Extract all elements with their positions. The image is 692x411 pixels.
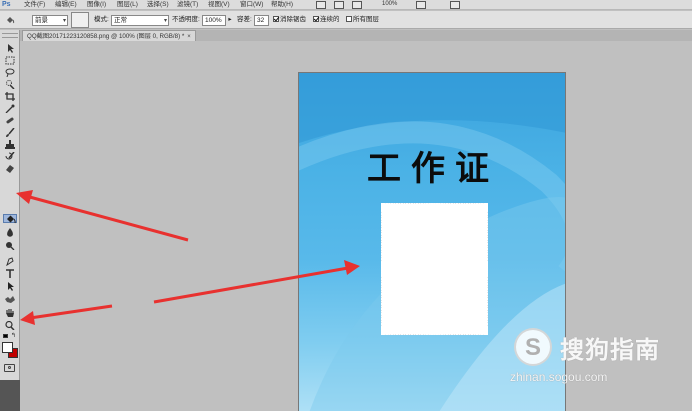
opacity-label: 不透明度:: [172, 16, 200, 23]
zoom-level[interactable]: 100%: [382, 0, 397, 9]
opacity-slider-arrow-icon[interactable]: ▸: [226, 11, 234, 29]
menu-layer[interactable]: 图层(L): [117, 0, 138, 10]
photo-placeholder-selection[interactable]: [381, 203, 488, 335]
menu-edit[interactable]: 编辑(E): [55, 0, 77, 10]
tolerance-input[interactable]: 32: [254, 15, 269, 26]
eraser-tool-icon[interactable]: [3, 164, 17, 173]
document-tab[interactable]: QQ截图20171223120858.png @ 100% (图层 0, RGB…: [22, 30, 196, 41]
paint-bucket-tool-icon[interactable]: [3, 214, 17, 224]
mode-value: 正常: [114, 17, 127, 24]
clone-stamp-tool-icon[interactable]: [3, 140, 17, 149]
contiguous-check-icon: [313, 16, 319, 22]
document-tab-bar: QQ截图20171223120858.png @ 100% (图层 0, RGB…: [20, 30, 692, 41]
pattern-picker[interactable]: [71, 12, 89, 28]
tolerance-label: 容差:: [237, 16, 252, 23]
all-layers-check-icon: [346, 16, 352, 22]
photoshop-logo: Ps: [2, 1, 11, 8]
contiguous-label: 连续的: [320, 16, 340, 23]
lasso-tool-icon[interactable]: [3, 68, 17, 77]
swap-colors-icon[interactable]: ↰: [11, 333, 16, 339]
dodge-tool-icon[interactable]: [3, 241, 17, 250]
sogou-watermark: S 搜狗指南 zhinan.sogou.com: [510, 326, 674, 386]
antialias-check-icon: [273, 16, 279, 22]
menu-help[interactable]: 帮助(H): [271, 0, 293, 10]
fill-source-value: 前景: [35, 17, 48, 24]
menu-file[interactable]: 文件(F): [24, 0, 45, 10]
healing-brush-tool-icon[interactable]: [3, 116, 17, 125]
quick-mask-icon[interactable]: [4, 364, 15, 372]
type-tool-icon[interactable]: [3, 269, 17, 278]
screen-mode-icon[interactable]: [416, 1, 426, 9]
fill-source-select[interactable]: 前景 ▾: [32, 15, 68, 26]
menu-filter[interactable]: 滤镜(T): [177, 0, 198, 10]
default-colors-icon[interactable]: [3, 334, 8, 338]
brush-tool-icon[interactable]: [3, 128, 17, 137]
shape-tool-icon[interactable]: [3, 295, 17, 304]
watermark-url: zhinan.sogou.com: [510, 370, 608, 384]
menu-view[interactable]: 视图(V): [208, 0, 230, 10]
marquee-tool-icon[interactable]: [3, 56, 17, 65]
all-layers-label: 所有图层: [353, 16, 379, 23]
contiguous-checkbox[interactable]: 连续的: [313, 11, 340, 29]
menu-image[interactable]: 图像(I): [87, 0, 106, 10]
quick-selection-tool-icon[interactable]: [3, 80, 17, 89]
card-title: 工作证: [367, 149, 499, 189]
tool-preset-picker[interactable]: [3, 11, 17, 29]
paint-bucket-icon: [7, 17, 15, 24]
pen-tool-icon[interactable]: [3, 257, 17, 266]
sogou-logo-icon: S: [514, 328, 552, 366]
opacity-value: 100%: [205, 17, 222, 24]
history-brush-tool-icon[interactable]: [3, 152, 17, 161]
move-tool-icon[interactable]: [3, 44, 17, 53]
arrow-to-color-swatch: [20, 304, 113, 325]
mode-select[interactable]: 正常 ▾: [111, 15, 169, 26]
arrow-to-paint-bucket: [16, 190, 189, 242]
opacity-input[interactable]: 100%: [202, 15, 226, 26]
chevron-down-icon: ▾: [62, 18, 66, 24]
antialias-label: 消除锯齿: [280, 16, 306, 23]
workspace-icon[interactable]: [450, 1, 460, 9]
all-layers-checkbox[interactable]: 所有图层: [346, 11, 379, 29]
path-selection-tool-icon[interactable]: [3, 282, 17, 291]
blur-tool-icon[interactable]: [3, 228, 17, 237]
toolbox-grip[interactable]: [2, 33, 18, 38]
crop-tool-icon[interactable]: [3, 92, 17, 101]
eyedropper-tool-icon[interactable]: [3, 104, 17, 113]
launch-bridge-icon[interactable]: [316, 1, 326, 9]
tolerance-value: 32: [257, 17, 265, 24]
chevron-down-icon: ▾: [163, 18, 167, 24]
hand-tool-icon[interactable]: [3, 308, 17, 317]
antialias-checkbox[interactable]: 消除锯齿: [273, 11, 306, 29]
menu-window[interactable]: 窗口(W): [240, 0, 263, 10]
launch-minibridge-icon[interactable]: [334, 1, 344, 9]
zoom-tool-icon[interactable]: [3, 321, 17, 330]
toolbox-lower-area: [0, 380, 20, 411]
foreground-color-swatch[interactable]: [2, 342, 13, 353]
menu-bar: Ps 文件(F) 编辑(E) 图像(I) 图层(L) 选择(S) 滤镜(T) 视…: [0, 0, 692, 10]
menu-select[interactable]: 选择(S): [147, 0, 169, 10]
options-bar: 前景 ▾ 模式: 正常 ▾ 不透明度: 100% ▸ 容差: 32 消除锯齿 连…: [0, 11, 692, 29]
toolbox: ↰: [0, 30, 20, 411]
document-tab-title: QQ截图20171223120858.png @ 100% (图层 0, RGB…: [27, 33, 185, 40]
arrange-documents-icon[interactable]: [352, 1, 362, 9]
close-icon[interactable]: ×: [187, 34, 191, 40]
watermark-name: 搜狗指南: [560, 337, 660, 364]
mode-label: 模式:: [94, 16, 109, 23]
